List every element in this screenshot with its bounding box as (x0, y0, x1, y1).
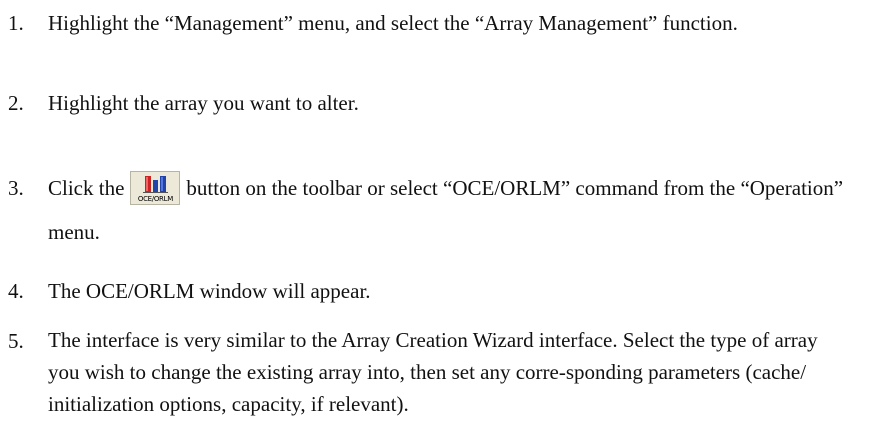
step-1: 1. Highlight the “Management” menu, and … (0, 6, 886, 76)
step-number: 5. (8, 329, 24, 353)
step-text: Click the OCE/ORLM button on the toolbar … (48, 166, 868, 254)
step-4: 4. The OCE/ORLM window will appear. (0, 274, 886, 308)
step-text: Highlight the “Management” menu, and sel… (48, 11, 738, 35)
step-3: 3. Click the OCE/ORLM button on the toolb… (0, 166, 886, 246)
step-text: The interface is very similar to the Arr… (48, 328, 818, 416)
step-text: The OCE/ORLM window will appear. (48, 279, 371, 303)
step-number: 4. (8, 279, 24, 303)
step-number: 3. (8, 176, 24, 200)
step-5: 5. The interface is very similar to the … (0, 324, 886, 434)
step-2: 2. Highlight the array you want to alter… (0, 86, 886, 120)
step-number: 2. (8, 91, 24, 115)
oce-orlm-toolbar-button[interactable]: OCE/ORLM (130, 171, 181, 205)
step-text-before: Click the (48, 176, 125, 200)
step-text: Highlight the array you want to alter. (48, 91, 359, 115)
step-number: 1. (8, 11, 24, 35)
toolbar-button-caption: OCE/ORLM (137, 195, 173, 203)
